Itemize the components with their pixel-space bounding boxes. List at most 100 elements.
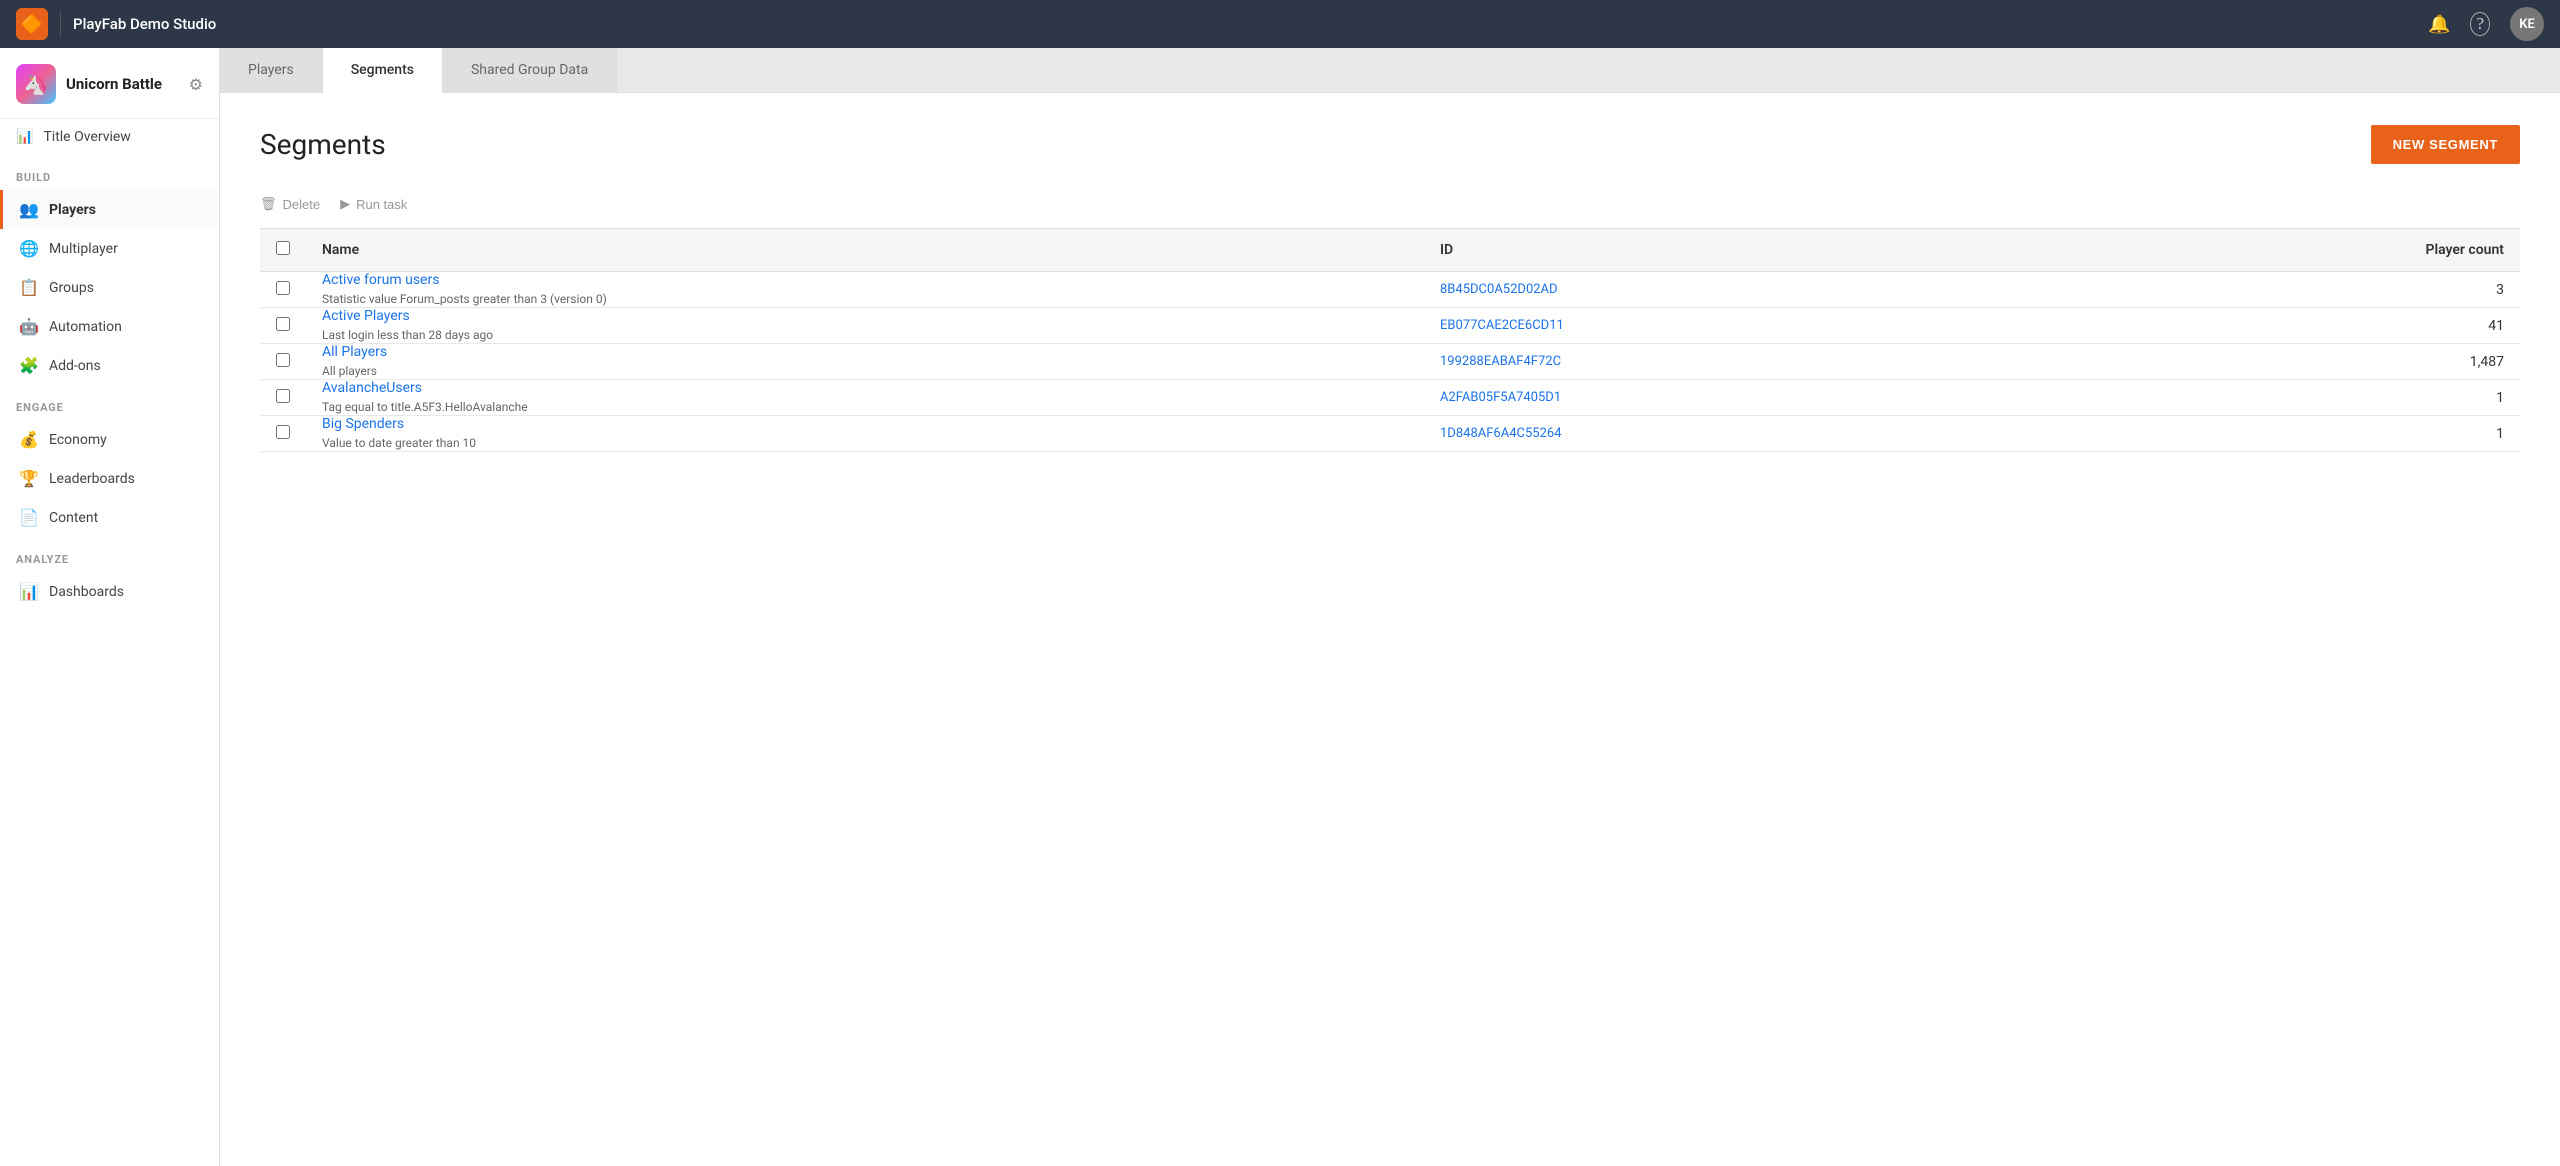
content-icon: 📄: [19, 508, 39, 527]
row-player-count: 1: [2130, 416, 2520, 452]
segment-name-link[interactable]: Big Spenders: [322, 416, 1408, 432]
run-task-label: Run task: [356, 197, 407, 212]
row-checkbox-cell: [260, 416, 306, 452]
sidebar-item-groups[interactable]: 📋Groups: [0, 268, 219, 307]
sidebar-item-label: Players: [49, 202, 96, 218]
add-ons-icon: 🧩: [19, 356, 39, 375]
game-icon: 🦄: [16, 64, 56, 104]
row-id-cell[interactable]: 8B45DC0A52D02AD: [1424, 272, 2130, 308]
row-checkbox[interactable]: [276, 317, 290, 331]
row-id-cell[interactable]: EB077CAE2CE6CD11: [1424, 308, 2130, 344]
economy-icon: 💰: [19, 430, 39, 449]
sidebar-sections: BUILD 👥 Players 🌐 Multiplayer 📋Groups🤖Automat…: [0, 155, 219, 611]
app-name: PlayFab Demo Studio: [73, 15, 216, 33]
bell-icon[interactable]: 🔔: [2428, 14, 2450, 35]
row-checkbox[interactable]: [276, 425, 290, 439]
toolbar: 🗑 Delete ▶ Run task: [260, 196, 2520, 212]
table-row: Big Spenders Value to date greater than …: [260, 416, 2520, 452]
segment-name-link[interactable]: AvalancheUsers: [322, 380, 1408, 396]
table-row: AvalancheUsers Tag equal to title.A5F3.H…: [260, 380, 2520, 416]
page-content: Segments NEW SEGMENT 🗑 Delete ▶ Run task: [220, 93, 2560, 1166]
row-player-count: 1,487: [2130, 344, 2520, 380]
title-overview-label: Title Overview: [43, 129, 130, 145]
table-header-row: Name ID Player count: [260, 229, 2520, 272]
row-checkbox[interactable]: [276, 353, 290, 367]
row-player-count: 3: [2130, 272, 2520, 308]
tab-shared-group-data[interactable]: Shared Group Data: [443, 48, 617, 92]
sidebar-item-dashboards[interactable]: 📊Dashboards: [0, 572, 219, 611]
header-name: Name: [306, 229, 1424, 272]
main-content: PlayersSegmentsShared Group Data Segment…: [220, 48, 2560, 1166]
select-all-checkbox[interactable]: [276, 241, 290, 255]
row-name-cell: Active Players Last login less than 28 d…: [306, 308, 1424, 344]
row-name-cell: Active forum users Statistic value Forum…: [306, 272, 1424, 308]
row-id-cell[interactable]: 1D848AF6A4C55264: [1424, 416, 2130, 452]
segment-description: Last login less than 28 days ago: [322, 328, 493, 342]
sidebar: 🦄 Unicorn Battle ⚙ 📊 Title Overview BUIL…: [0, 48, 220, 1166]
sidebar-section-label: ANALYZE: [0, 537, 219, 572]
header-player-count: Player count: [2130, 229, 2520, 272]
sidebar-item-multiplayer[interactable]: 🌐 Multiplayer: [0, 229, 219, 268]
tab-segments[interactable]: Segments: [323, 48, 443, 93]
table-row: Active Players Last login less than 28 d…: [260, 308, 2520, 344]
sidebar-item-label: Content: [49, 510, 98, 526]
row-checkbox[interactable]: [276, 389, 290, 403]
sidebar-item-automation[interactable]: 🤖Automation: [0, 307, 219, 346]
row-checkbox-cell: [260, 272, 306, 308]
segments-table: Name ID Player count Active forum users …: [260, 228, 2520, 452]
row-player-count: 1: [2130, 380, 2520, 416]
chart-icon: 📊: [16, 129, 33, 145]
game-icon-inner: 🦄: [16, 64, 56, 104]
tab-players[interactable]: Players: [220, 48, 323, 92]
sidebar-item-label: Groups: [49, 280, 94, 296]
user-avatar[interactable]: KE: [2510, 7, 2544, 41]
sidebar-item-title-overview[interactable]: 📊 Title Overview: [0, 119, 219, 155]
sidebar-item-players[interactable]: 👥 Players: [0, 190, 219, 229]
multiplayer-icon: 🌐: [19, 239, 39, 258]
delete-label: Delete: [283, 197, 321, 212]
trash-icon: 🗑: [260, 196, 277, 212]
segment-description: Statistic value Forum_posts greater than…: [322, 292, 607, 306]
help-icon[interactable]: ?: [2470, 12, 2490, 36]
sidebar-section-label: BUILD: [0, 155, 219, 190]
sidebar-item-label: Leaderboards: [49, 471, 135, 487]
app-layout: 🦄 Unicorn Battle ⚙ 📊 Title Overview BUIL…: [0, 48, 2560, 1166]
delete-button[interactable]: 🗑 Delete: [260, 196, 320, 212]
run-task-button[interactable]: ▶ Run task: [340, 196, 407, 212]
sidebar-item-leaderboards[interactable]: 🏆 Leaderboards: [0, 459, 219, 498]
sidebar-item-label: Multiplayer: [49, 241, 118, 257]
leaderboards-icon: 🏆: [19, 469, 39, 488]
sidebar-header: 🦄 Unicorn Battle ⚙: [0, 48, 219, 119]
sidebar-item-add-ons[interactable]: 🧩Add-ons: [0, 346, 219, 385]
header-checkbox-cell: [260, 229, 306, 272]
play-icon: ▶: [340, 196, 350, 212]
segment-name-link[interactable]: All Players: [322, 344, 1408, 360]
row-name-cell: Big Spenders Value to date greater than …: [306, 416, 1424, 452]
sidebar-item-label: Automation: [49, 319, 122, 335]
row-checkbox-cell: [260, 380, 306, 416]
segments-table-body: Active forum users Statistic value Forum…: [260, 272, 2520, 452]
top-nav-right: 🔔 ? KE: [2428, 7, 2544, 41]
playfab-logo[interactable]: 🔶: [16, 8, 48, 40]
row-player-count: 41: [2130, 308, 2520, 344]
sidebar-item-economy[interactable]: 💰 Economy: [0, 420, 219, 459]
segment-name-link[interactable]: Active forum users: [322, 272, 1408, 288]
row-name-cell: AvalancheUsers Tag equal to title.A5F3.H…: [306, 380, 1424, 416]
top-nav: 🔶 PlayFab Demo Studio 🔔 ? KE: [0, 0, 2560, 48]
sidebar-item-content[interactable]: 📄 Content: [0, 498, 219, 537]
row-id-cell[interactable]: 199288EABAF4F72C: [1424, 344, 2130, 380]
sidebar-item-label: Dashboards: [49, 584, 124, 600]
new-segment-button[interactable]: NEW SEGMENT: [2371, 125, 2520, 164]
row-checkbox-cell: [260, 344, 306, 380]
sidebar-item-label: Economy: [49, 432, 107, 448]
segment-description: Tag equal to title.A5F3.HelloAvalanche: [322, 400, 528, 414]
row-checkbox[interactable]: [276, 281, 290, 295]
settings-icon[interactable]: ⚙: [189, 75, 203, 94]
row-id-cell[interactable]: A2FAB05F5A7405D1: [1424, 380, 2130, 416]
row-name-cell: All Players All players: [306, 344, 1424, 380]
page-title: Segments: [260, 128, 386, 161]
segment-name-link[interactable]: Active Players: [322, 308, 1408, 324]
players-icon: 👥: [19, 200, 39, 219]
header-id: ID: [1424, 229, 2130, 272]
sidebar-section-label: ENGAGE: [0, 385, 219, 420]
